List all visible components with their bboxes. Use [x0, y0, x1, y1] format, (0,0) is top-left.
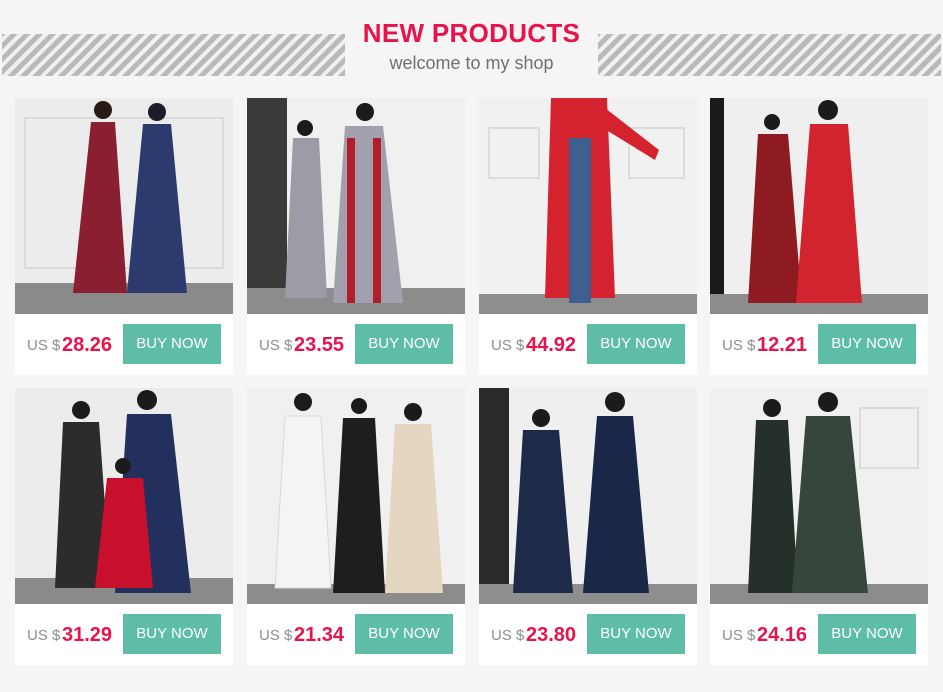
currency-label: US $ [27, 337, 61, 354]
buy-now-button[interactable]: BUY NOW [123, 324, 221, 364]
section-subtitle: welcome to my shop [389, 53, 554, 73]
price-row: US $ 21.34 BUY NOW [247, 614, 465, 658]
buy-now-button[interactable]: BUY NOW [818, 324, 916, 364]
product-card[interactable]: US $ 21.34 BUY NOW [247, 388, 465, 665]
product-card[interactable]: US $ 31.29 BUY NOW [15, 388, 233, 665]
decorative-stripes-left [2, 34, 345, 76]
price-row: US $ 44.92 BUY NOW [479, 324, 697, 368]
currency-label: US $ [722, 337, 756, 354]
currency-label: US $ [259, 337, 293, 354]
price-value: 24.16 [757, 624, 808, 646]
buy-now-button[interactable]: BUY NOW [355, 324, 453, 364]
product-card[interactable]: US $ 12.21 BUY NOW [710, 98, 928, 375]
price-value: 12.21 [757, 334, 808, 356]
currency-label: US $ [491, 337, 525, 354]
section-header: NEW PRODUCTS welcome to my shop [0, 0, 943, 98]
decorative-stripes-right [598, 34, 941, 76]
product-photo[interactable] [15, 98, 233, 314]
buy-now-button[interactable]: BUY NOW [355, 614, 453, 654]
product-photo[interactable] [710, 98, 928, 314]
product-card[interactable]: US $ 24.16 BUY NOW [710, 388, 928, 665]
price-row: US $ 23.55 BUY NOW [247, 324, 465, 368]
product-card[interactable]: US $ 23.55 BUY NOW [247, 98, 465, 375]
price-value: 31.29 [62, 624, 113, 646]
product-photo[interactable] [710, 388, 928, 604]
product-photo[interactable] [479, 388, 697, 604]
currency-label: US $ [491, 627, 525, 644]
price-row: US $ 12.21 BUY NOW [710, 324, 928, 368]
price-row: US $ 23.80 BUY NOW [479, 614, 697, 658]
price-value: 21.34 [294, 624, 345, 646]
currency-label: US $ [27, 627, 61, 644]
price-row: US $ 31.29 BUY NOW [15, 614, 233, 658]
product-card[interactable]: US $ 44.92 BUY NOW [479, 98, 697, 375]
buy-now-button[interactable]: BUY NOW [587, 324, 685, 364]
product-card[interactable]: US $ 28.26 BUY NOW [15, 98, 233, 375]
price-value: 28.26 [62, 334, 113, 356]
buy-now-button[interactable]: BUY NOW [818, 614, 916, 654]
price-row: US $ 24.16 BUY NOW [710, 614, 928, 658]
product-photo[interactable] [15, 388, 233, 604]
price-row: US $ 28.26 BUY NOW [15, 324, 233, 368]
product-photo[interactable] [247, 388, 465, 604]
section-title: NEW PRODUCTS [362, 18, 581, 48]
product-card[interactable]: US $ 23.80 BUY NOW [479, 388, 697, 665]
product-photo[interactable] [479, 98, 697, 314]
price-value: 23.55 [294, 334, 345, 356]
price-value: 23.80 [526, 624, 577, 646]
currency-label: US $ [722, 627, 756, 644]
buy-now-button[interactable]: BUY NOW [587, 614, 685, 654]
price-value: 44.92 [526, 334, 577, 356]
buy-now-button[interactable]: BUY NOW [123, 614, 221, 654]
product-photo[interactable] [247, 98, 465, 314]
currency-label: US $ [259, 627, 293, 644]
